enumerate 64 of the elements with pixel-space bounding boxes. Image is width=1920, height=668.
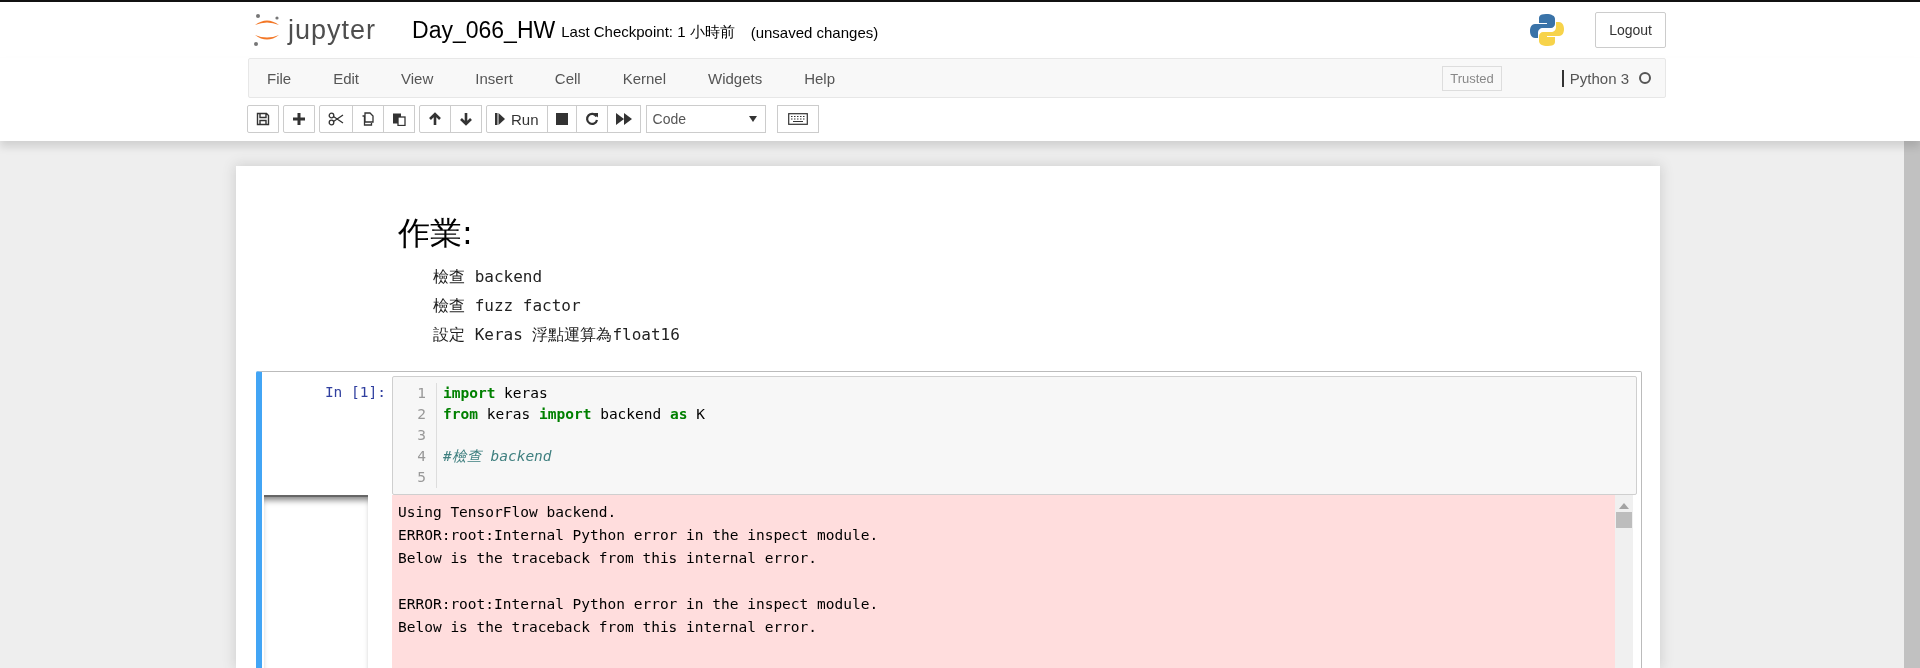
down-button[interactable] bbox=[450, 105, 482, 133]
menu-item[interactable]: View bbox=[401, 69, 434, 87]
restart-icon bbox=[584, 112, 599, 126]
notebook-name[interactable]: Day_066_HW bbox=[412, 16, 556, 44]
up-arrow-icon bbox=[428, 112, 442, 126]
save-button[interactable] bbox=[247, 105, 279, 133]
line-number: 3 bbox=[416, 426, 426, 445]
paste-icon bbox=[392, 112, 406, 126]
code-cell[interactable] bbox=[256, 371, 1642, 668]
line-number: 5 bbox=[416, 468, 426, 487]
trusted-indicator[interactable]: Trusted bbox=[1442, 65, 1502, 91]
copy-icon bbox=[361, 112, 375, 126]
line-number: 4 bbox=[416, 447, 426, 466]
keyboard-button[interactable] bbox=[776, 105, 819, 133]
square-icon bbox=[555, 113, 568, 125]
line-number: 1 bbox=[416, 384, 426, 403]
fast-forward-button[interactable] bbox=[606, 105, 641, 133]
markdown-list-item: 檢查 backend bbox=[432, 266, 544, 288]
paste-button[interactable] bbox=[383, 105, 415, 133]
markdown-list-item: 檢查 fuzz factor bbox=[432, 295, 582, 317]
restart-button[interactable] bbox=[575, 105, 608, 133]
menu-item[interactable]: Help bbox=[804, 69, 836, 87]
menu-item[interactable]: Edit bbox=[333, 69, 360, 87]
stop-button[interactable] bbox=[546, 105, 577, 133]
code-line: #檢查 backend bbox=[443, 448, 552, 464]
output-line: Using TensorFlow backend. bbox=[398, 504, 617, 520]
output-line: Below is the traceback from this internal error. bbox=[398, 619, 818, 635]
code-editor[interactable]: 1 2 3 4 5 import keras from keras import backend as K #檢查 backend bbox=[392, 376, 1637, 495]
page-scrollbar[interactable] bbox=[1904, 141, 1920, 668]
plus-icon bbox=[292, 112, 306, 126]
output-scrollbar[interactable] bbox=[1615, 495, 1633, 668]
logout-button[interactable]: Logout bbox=[1595, 12, 1666, 48]
markdown-heading: 作業: bbox=[398, 213, 474, 254]
menu-item[interactable]: Insert bbox=[475, 69, 513, 87]
line-number: 2 bbox=[416, 405, 426, 424]
keyboard-icon bbox=[787, 113, 808, 125]
menu-item[interactable]: Widgets bbox=[708, 69, 763, 87]
code-line: import keras bbox=[443, 385, 548, 401]
output-line: ERROR:root:Internal Python error in the inspect module. bbox=[398, 527, 879, 543]
caret-icon bbox=[748, 116, 757, 122]
python-logo-icon bbox=[1529, 12, 1566, 48]
cut-button[interactable] bbox=[319, 105, 353, 133]
add-button[interactable] bbox=[283, 105, 315, 133]
menu-item[interactable]: File bbox=[267, 69, 292, 87]
autosave-status: (unsaved changes) bbox=[750, 22, 879, 41]
markdown-list-item: 設定 Keras 浮點運算為float16 bbox=[432, 324, 681, 346]
play-icon bbox=[495, 113, 505, 125]
kernel-name: Python 3 bbox=[1561, 69, 1629, 87]
down-arrow-icon bbox=[459, 112, 473, 126]
scrollbar-thumb[interactable] bbox=[1616, 512, 1632, 528]
menu-item[interactable]: Kernel bbox=[622, 69, 666, 87]
scissors-icon bbox=[328, 112, 344, 126]
menu-item[interactable]: Cell bbox=[554, 69, 581, 87]
input-prompt: In [1]: bbox=[323, 383, 387, 402]
code-line: from keras import backend as K bbox=[443, 406, 705, 422]
fast-forward-icon bbox=[615, 113, 632, 125]
checkpoint-status: Last Checkpoint: 1 小時前 bbox=[561, 21, 735, 42]
cell-type-dropdown[interactable]: Code bbox=[645, 105, 766, 133]
output-line: ERROR:root:Internal Python error in the inspect module. bbox=[398, 596, 879, 612]
run-button[interactable]: Run bbox=[486, 105, 548, 133]
output-line: Below is the traceback from this internal error. bbox=[398, 550, 818, 566]
up-button[interactable] bbox=[419, 105, 451, 133]
logo-text[interactable]: jupyter bbox=[288, 14, 377, 46]
copy-button[interactable] bbox=[352, 105, 384, 133]
